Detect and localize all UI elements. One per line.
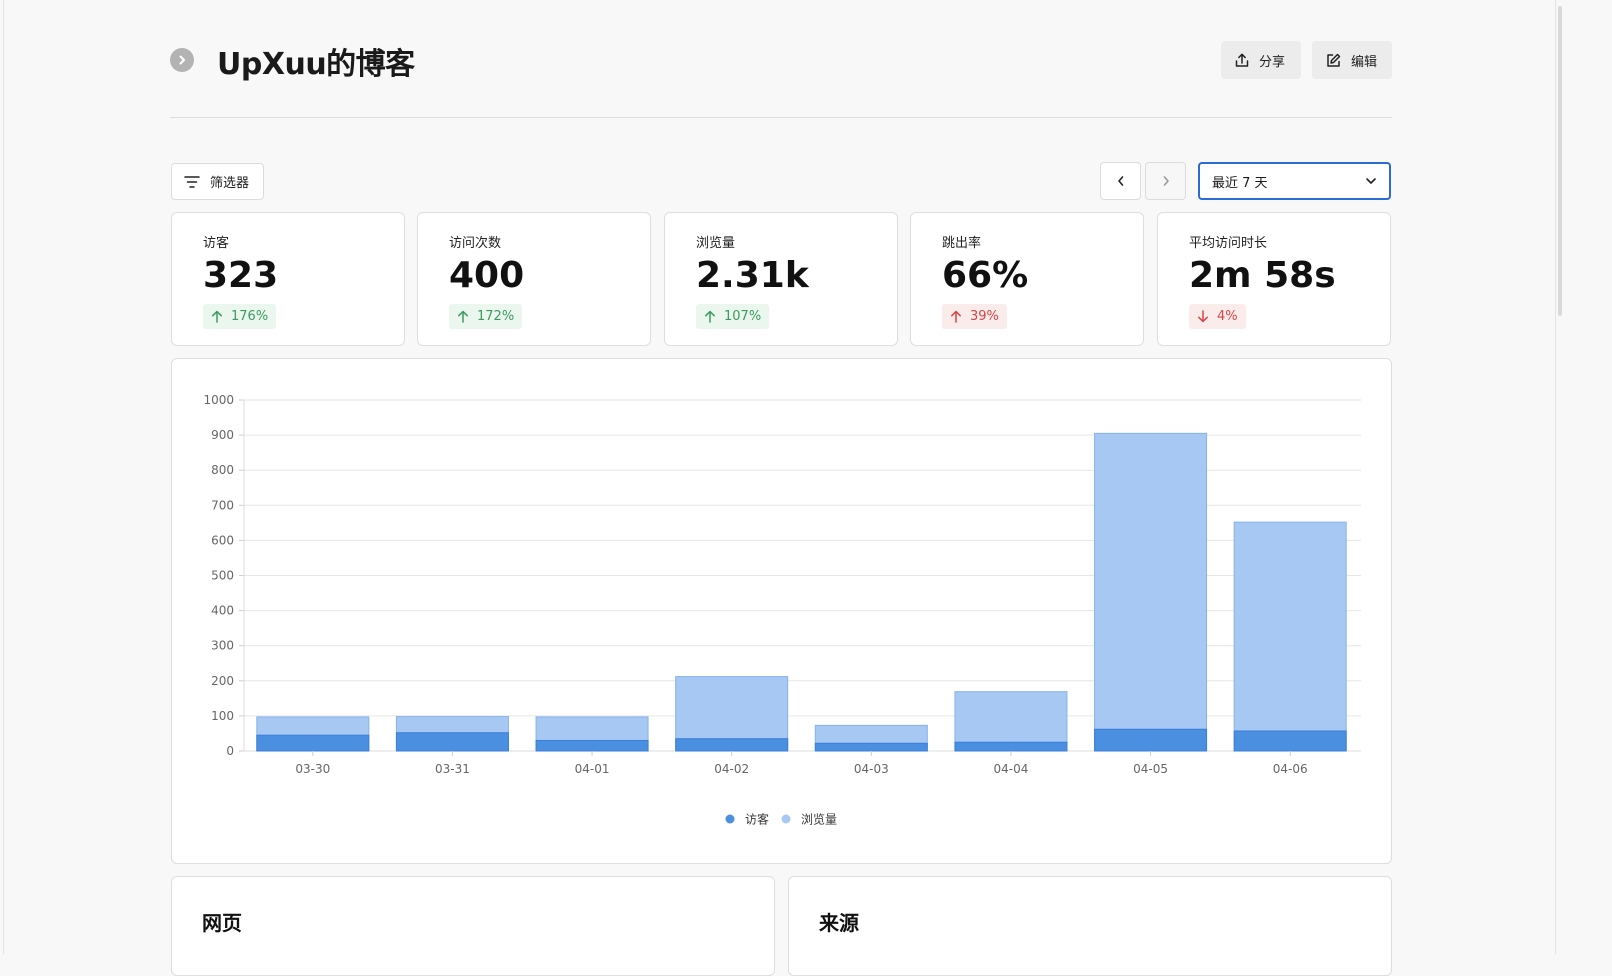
y-tick-label: 700 bbox=[211, 498, 234, 512]
y-tick-label: 200 bbox=[211, 674, 234, 688]
page-title: UpXuu的博客 bbox=[217, 47, 415, 82]
chevron-left-icon bbox=[1117, 176, 1123, 186]
metric-card-bounce-rate: 跳出率 66% 39% bbox=[910, 212, 1144, 346]
metric-change-value: 4% bbox=[1217, 309, 1238, 324]
metric-change-badge: 107% bbox=[696, 304, 770, 329]
bar-visitors bbox=[1233, 730, 1347, 752]
bar-visitors bbox=[814, 742, 928, 752]
bar-pageviews bbox=[1094, 432, 1208, 752]
x-tick-label: 04-01 bbox=[575, 762, 610, 776]
filter-label: 筛选器 bbox=[210, 176, 250, 191]
chevron-right-icon bbox=[179, 55, 185, 65]
bar-pageviews bbox=[1233, 521, 1347, 752]
date-range-value: 最近 7 天 bbox=[1212, 175, 1268, 191]
x-tick-label: 03-31 bbox=[435, 762, 470, 776]
filter-icon bbox=[184, 175, 200, 188]
scrollbar[interactable] bbox=[1557, 0, 1565, 954]
arrow-up-icon bbox=[212, 310, 222, 323]
metric-change-badge: 172% bbox=[449, 304, 523, 329]
x-tick-label: 04-02 bbox=[714, 762, 749, 776]
legend-label: 访客 bbox=[745, 812, 769, 827]
legend-swatch bbox=[781, 814, 791, 824]
metric-value: 2m 58s bbox=[1189, 255, 1336, 296]
metric-label: 跳出率 bbox=[942, 236, 982, 251]
pages-panel: 网页 bbox=[171, 876, 775, 976]
metric-change-badge: 39% bbox=[942, 304, 1007, 329]
date-range-select[interactable]: 最近 7 天 bbox=[1198, 162, 1391, 200]
y-tick-label: 1000 bbox=[203, 393, 234, 407]
metric-change-value: 107% bbox=[724, 309, 762, 324]
y-tick-label: 500 bbox=[211, 569, 234, 583]
y-tick-label: 900 bbox=[211, 428, 234, 442]
x-tick-label: 04-05 bbox=[1133, 762, 1168, 776]
traffic-bar-chart: 0 100 200 300 400 500 600 700 800 900 1000 03-30 03-… bbox=[203, 393, 1361, 827]
back-button[interactable] bbox=[170, 48, 194, 72]
edit-icon bbox=[1327, 53, 1341, 67]
y-tick-label: 300 bbox=[211, 639, 234, 653]
x-tick-label: 04-03 bbox=[854, 762, 889, 776]
arrow-up-icon bbox=[705, 310, 715, 323]
bar-visitors bbox=[954, 741, 1068, 752]
metric-value: 323 bbox=[203, 255, 279, 296]
metric-label: 平均访问时长 bbox=[1189, 236, 1268, 251]
scrollbar-thumb[interactable] bbox=[1558, 6, 1562, 316]
bar-visitors bbox=[675, 738, 789, 752]
metric-card-avg-duration: 平均访问时长 2m 58s 4% bbox=[1157, 212, 1391, 346]
x-tick-label: 03-30 bbox=[295, 762, 330, 776]
metric-value: 66% bbox=[942, 255, 1029, 296]
next-period-button[interactable] bbox=[1145, 162, 1186, 200]
arrow-down-icon bbox=[1198, 310, 1208, 323]
metric-card-pageviews: 浏览量 2.31k 107% bbox=[664, 212, 898, 346]
previous-period-button[interactable] bbox=[1100, 162, 1141, 200]
chevron-right-icon bbox=[1163, 176, 1169, 186]
arrow-up-icon bbox=[951, 310, 961, 323]
metric-change-value: 176% bbox=[231, 309, 269, 324]
pages-panel-title: 网页 bbox=[202, 911, 242, 935]
metric-card-visits: 访问次数 400 172% bbox=[417, 212, 651, 346]
edit-button[interactable]: 编辑 bbox=[1312, 41, 1392, 79]
metric-change-value: 172% bbox=[477, 309, 515, 324]
metric-label: 访问次数 bbox=[449, 236, 502, 251]
bar-visitors bbox=[1094, 728, 1208, 752]
y-tick-label: 800 bbox=[211, 463, 234, 477]
bar-visitors bbox=[256, 734, 370, 752]
metric-label: 访客 bbox=[203, 236, 230, 251]
legend-label: 浏览量 bbox=[801, 812, 837, 827]
referrers-panel: 来源 bbox=[788, 876, 1392, 976]
metric-card-visitors: 访客 323 176% bbox=[171, 212, 405, 346]
share-label: 分享 bbox=[1259, 54, 1286, 70]
edit-label: 编辑 bbox=[1351, 54, 1378, 70]
share-icon bbox=[1235, 53, 1249, 67]
bar-visitors bbox=[535, 739, 649, 752]
metric-change-value: 39% bbox=[970, 309, 999, 324]
metric-change-badge: 4% bbox=[1189, 304, 1246, 329]
metric-label: 浏览量 bbox=[696, 236, 736, 251]
filter-button[interactable]: 筛选器 bbox=[171, 163, 264, 200]
legend-swatch bbox=[725, 814, 735, 824]
x-tick-label: 04-04 bbox=[994, 762, 1029, 776]
chevron-down-icon bbox=[1366, 178, 1376, 184]
arrow-up-icon bbox=[458, 310, 468, 323]
metric-value: 2.31k bbox=[696, 255, 809, 296]
chart-legend: 访客 浏览量 bbox=[725, 812, 837, 827]
header-divider bbox=[170, 117, 1392, 118]
y-tick-label: 100 bbox=[211, 709, 234, 723]
traffic-chart-card: 0 100 200 300 400 500 600 700 800 900 1000 03-30 03-… bbox=[171, 358, 1392, 864]
page-header: UpXuu的博客 分享 编辑 bbox=[170, 35, 1392, 85]
x-tick-label: 04-06 bbox=[1273, 762, 1308, 776]
y-tick-label: 400 bbox=[211, 604, 234, 618]
referrers-panel-title: 来源 bbox=[819, 911, 859, 935]
y-tick-label: 600 bbox=[211, 533, 234, 547]
share-button[interactable]: 分享 bbox=[1221, 41, 1301, 79]
bar-visitors bbox=[395, 732, 509, 752]
metric-value: 400 bbox=[449, 255, 525, 296]
y-tick-label: 0 bbox=[226, 744, 234, 758]
metric-change-badge: 176% bbox=[203, 304, 277, 329]
